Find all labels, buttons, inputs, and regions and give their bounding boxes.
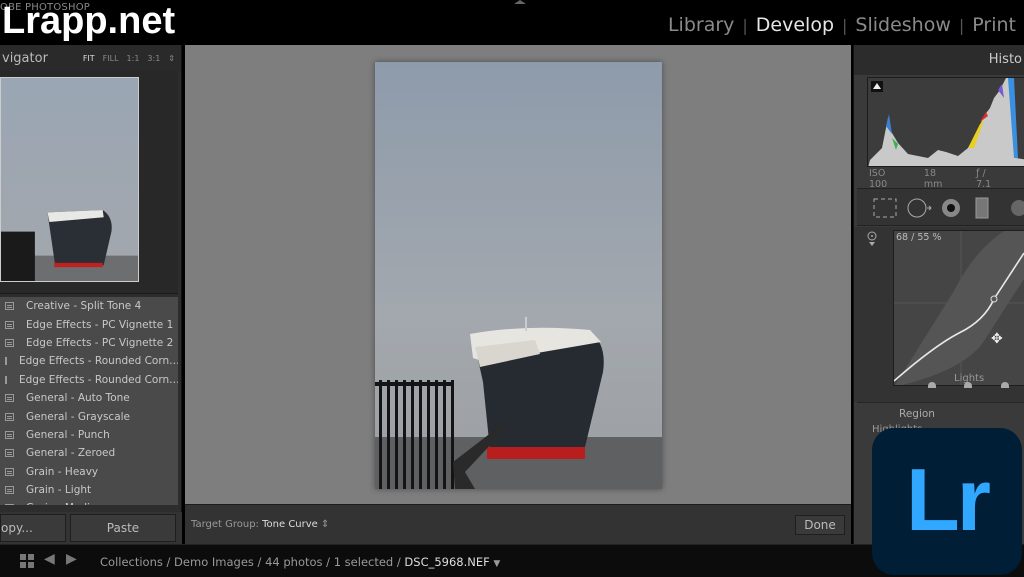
preset-item[interactable]: General - Auto Tone [0,389,178,407]
curve-readout: 68 / 55 % [896,232,942,243]
navigator-thumbnail[interactable] [0,77,139,282]
histogram [867,77,1024,167]
photo-canvas [185,45,851,504]
lightroom-logo: Lr [872,428,1022,575]
preset-item[interactable]: General - Zeroed [0,444,178,462]
module-picker: Library | Develop | Slideshow | Print [660,14,1024,36]
targeted-adjustment-icon[interactable] [866,231,878,247]
preset-item[interactable]: Grain - Heavy [0,463,178,481]
preset-icon [5,357,7,366]
zoom-options: FIT FILL 1:1 3:1 ⇕ [83,54,175,63]
grid-view-icon[interactable] [20,554,34,568]
navigator-title: vigator [2,50,48,66]
presets-list: Creative - Split Tone 4 Edge Effects - P… [0,297,178,505]
forward-arrow-icon[interactable]: ▶ [66,551,77,567]
back-arrow-icon[interactable]: ◀ [44,551,55,567]
navigator-preview[interactable] [0,71,178,294]
module-print[interactable]: Print [964,14,1024,36]
preset-icon [5,320,14,329]
graduated-filter-icon[interactable] [975,197,989,219]
navigator-header[interactable]: vigator FIT FILL 1:1 3:1 ⇕ [0,45,181,71]
move-cursor-icon: ✥ [991,331,1003,347]
zoom-fill[interactable]: FILL [103,54,119,63]
tone-curve-graph[interactable] [893,230,1024,386]
preset-icon [5,302,14,311]
copy-paste-bar: opy... Paste [0,512,182,544]
paste-button[interactable]: Paste [70,514,176,542]
preset-icon [5,430,14,439]
preset-item[interactable]: Grain - Medium [0,499,178,505]
split-handle[interactable] [928,382,936,388]
preset-icon [5,338,14,347]
main-photo[interactable] [375,62,662,489]
tone-curve-panel: 68 / 55 % Lights ✥ [854,227,1024,402]
module-library[interactable]: Library [660,14,742,36]
done-button[interactable]: Done [795,515,845,535]
lightroom-logo-text: Lr [906,449,991,549]
filmstrip-breadcrumb[interactable]: Collections / Demo Images / 44 photos / … [100,555,500,569]
split-handle[interactable] [964,382,972,388]
exif-info: ISO 100 18 mm ƒ / 7.1 [869,168,1024,190]
preset-item[interactable]: General - Punch [0,426,178,444]
histogram-title: Histo [988,52,1022,67]
watermark-text: Lrapp.net [2,0,176,42]
region-title: Region [899,408,935,420]
filmstrip-bar: ◀ ▶ Collections / Demo Images / 44 photo… [0,544,1024,577]
zoom-1-1[interactable]: 1:1 [127,54,140,63]
zoom-stepper-icon[interactable]: ⇕ [168,54,175,63]
left-panel: vigator FIT FILL 1:1 3:1 ⇕ Creative - Sp… [0,45,182,512]
preset-icon [5,504,14,505]
preset-icon [5,412,14,421]
preset-item[interactable]: Grain - Light [0,481,178,499]
copy-button[interactable]: opy... [0,514,66,542]
top-bar: OBE PHOTOSHOP Lrapp.net Library | Develo… [0,0,1024,45]
spot-removal-icon[interactable] [907,198,932,218]
panel-toggle-arrow-icon[interactable] [514,0,526,4]
split-handle[interactable] [1001,382,1009,388]
zoom-3-1[interactable]: 3:1 [147,54,160,63]
file-dropdown-icon[interactable]: ▼ [493,559,500,569]
preset-item[interactable]: Edge Effects - Rounded Corn… [0,352,178,370]
preset-icon [5,375,7,384]
preset-icon [5,449,14,458]
preset-item[interactable]: Edge Effects - PC Vignette 2 [0,334,178,352]
module-develop[interactable]: Develop [748,14,842,36]
tool-strip [857,188,1024,226]
red-eye-icon[interactable] [942,199,960,217]
preset-icon [5,486,14,495]
current-file[interactable]: DSC_5968.NEF [404,555,489,569]
target-group-label: Target Group: [191,519,259,530]
histogram-header[interactable]: Histo [854,45,1024,75]
target-group[interactable]: Target Group: Tone Curve ⇕ [191,519,329,530]
iso: ISO 100 [869,168,888,190]
zoom-fit[interactable]: FIT [83,54,95,63]
preset-icon [5,467,14,476]
target-group-value[interactable]: Tone Curve [262,519,318,530]
crop-tool-icon[interactable] [873,198,897,218]
preset-item[interactable]: General - Grayscale [0,407,178,425]
adjustment-brush-icon[interactable] [1011,200,1024,216]
preset-item[interactable]: Edge Effects - PC Vignette 1 [0,315,178,333]
focal-length: 18 mm [923,168,943,190]
module-slideshow[interactable]: Slideshow [847,14,958,36]
source-path: Collections / Demo Images / 44 photos / … [100,555,405,569]
target-group-stepper-icon[interactable]: ⇕ [321,519,329,530]
shadow-clipping-icon[interactable] [871,81,883,92]
preset-item[interactable]: Edge Effects - Rounded Corn… [0,371,178,389]
preset-item[interactable]: Creative - Split Tone 4 [0,297,178,315]
develop-toolbar: Target Group: Tone Curve ⇕ Done [185,504,851,544]
preset-icon [5,394,14,403]
aperture: ƒ / 7.1 [976,168,992,190]
